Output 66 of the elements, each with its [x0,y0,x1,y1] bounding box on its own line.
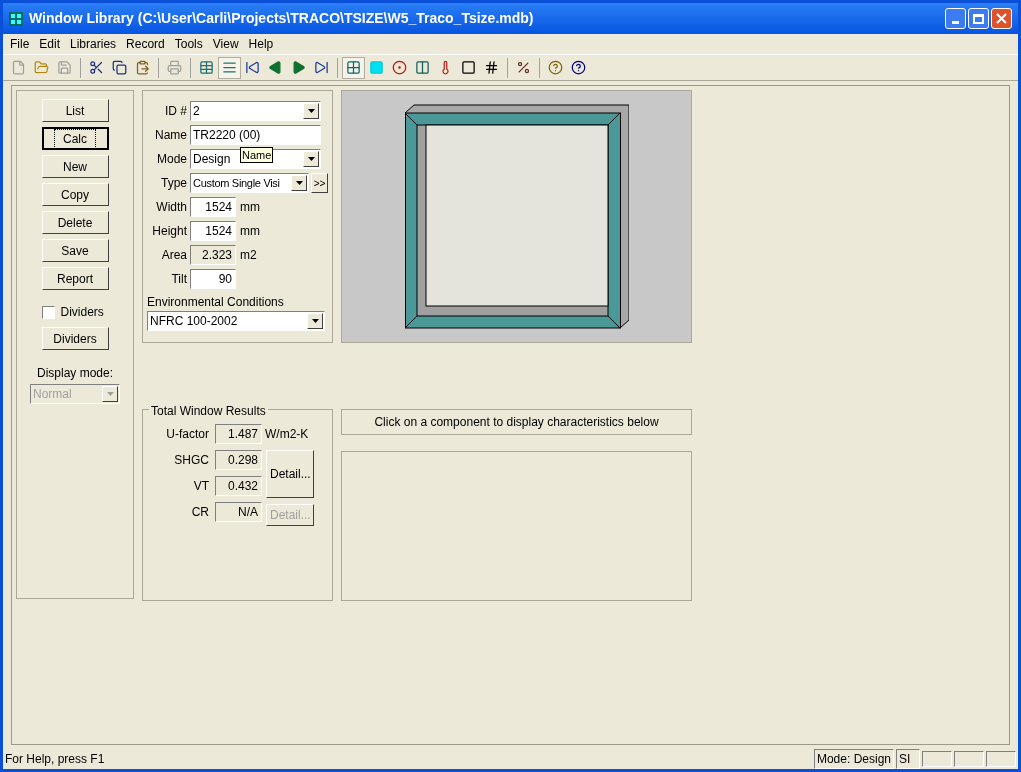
menu-item[interactable]: View [207,35,244,53]
command-button[interactable]: Calc [41,127,109,150]
focus-outline: Report [57,270,93,288]
field-label: ID # [164,103,187,120]
focus-outline: Save [61,242,89,260]
menu-item[interactable]: Help [243,35,279,53]
result-value: 0.298 [215,450,262,470]
component-hint: Click on a component to display characteristics below [341,409,692,435]
tooltip: Name [240,147,274,163]
command-button[interactable]: Report [41,267,109,290]
unit-label: mm [240,199,260,216]
command-button[interactable]: List [41,99,109,122]
focus-outline: New [63,158,87,176]
field-label: Width [155,199,187,216]
status-units: SI [896,749,920,769]
result-value: 0.432 [215,476,262,496]
menu-item[interactable]: File [5,35,35,53]
focus-outline: Calc [54,128,96,149]
command-button[interactable]: Copy [41,183,109,206]
name-field[interactable]: TR2220 (00) [190,125,321,145]
window-title: Window Library (C:\User\Carli\Projects\TRACO\TSIZE\W5_Traco_Tsize.mdb) [29,9,535,28]
focus-outline: List [65,102,85,120]
combo-value: 2 [192,103,201,120]
more-button[interactable]: >> [311,173,328,193]
number-field[interactable]: 1524 [190,197,236,217]
status-mode: Mode: Design [813,749,894,769]
unit-label: W/m2-K [265,426,309,443]
result-value: N/A [215,502,262,522]
status-text: For Help, press F1 [5,751,106,768]
menu-item[interactable]: Record [121,35,170,53]
command-button[interactable]: New [41,155,109,178]
field-label: Mode [155,151,187,168]
command-button[interactable]: Save [41,239,109,262]
combo-value: Normal [32,386,73,403]
field-label: Environmental Conditions [147,294,285,311]
number-field[interactable]: 1524 [190,221,236,241]
result-label: CR [190,504,209,521]
command-button[interactable]: Delete [41,211,109,234]
focus-outline: Delete [57,214,93,232]
combo-box[interactable]: 2 [190,101,321,121]
combo-box[interactable]: Custom Single Visi [190,173,309,193]
result-label: SHGC [173,452,209,469]
combo-value: Design [192,151,232,168]
result-value: 1.487 [215,424,262,444]
focus-outline: Copy [61,186,89,204]
unit-label: mm [240,223,260,240]
combo-value: Custom Single Visi [192,175,281,191]
detail-button[interactable]: Detail... [266,450,315,498]
dividers-button[interactable]: Dividers [41,327,109,350]
display-mode-label: Display mode: [37,365,113,382]
field-label: Area [160,247,187,264]
result-label: VT [192,478,209,495]
field-label: Height [151,223,187,240]
menu-item[interactable]: Edit [34,35,66,53]
number-field[interactable]: 90 [190,269,236,289]
menu-item[interactable]: Tools [169,35,208,53]
combo-value: NFRC 100-2002 [149,313,239,330]
result-label: U-factor [165,426,209,443]
checkbox-label: Dividers [60,304,104,321]
field-label: Name [154,127,187,144]
combo-box[interactable]: NFRC 100-2002 [147,311,325,331]
menu-item[interactable]: Libraries [65,35,122,53]
field-label: Type [160,175,187,192]
field-label: Tilt [170,271,187,288]
number-field: 2.323 [190,245,236,265]
unit-label: m2 [240,247,257,264]
